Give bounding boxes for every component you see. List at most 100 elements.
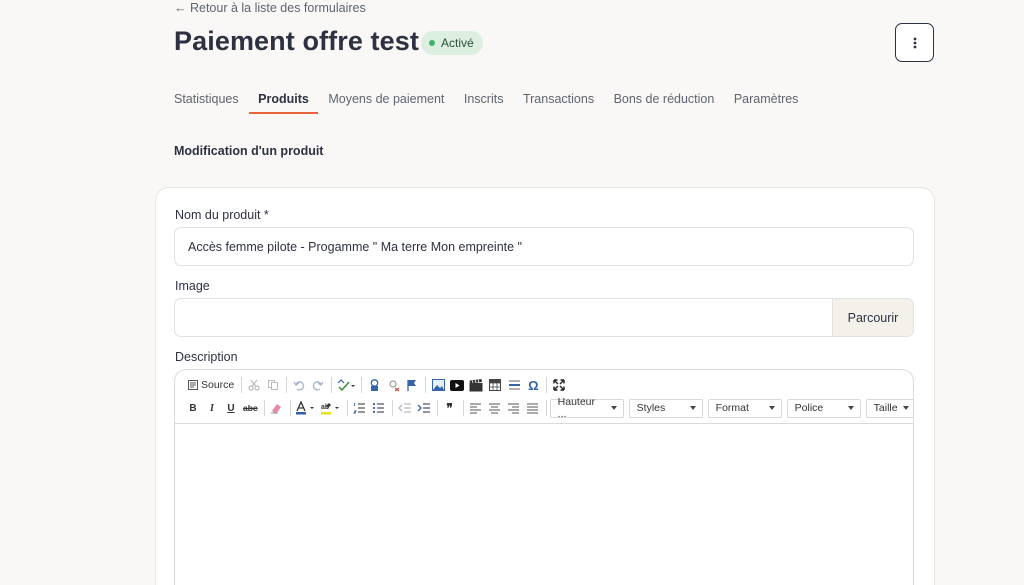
source-label: Source [201,379,235,391]
outdent-button[interactable] [396,399,414,417]
size-dropdown[interactable]: Taille [865,398,913,418]
source-button[interactable]: Source [184,376,237,394]
heading-dropdown[interactable]: Hauteur ... [549,396,624,420]
styles-dropdown-label: Styles [636,402,666,414]
format-dropdown[interactable]: Format [707,398,782,418]
styles-dropdown[interactable]: Styles [628,398,703,418]
youtube-icon [450,379,465,391]
heading-dropdown-label: Hauteur ... [557,396,596,420]
more-options-button[interactable] [895,23,934,62]
numbered-list-icon [353,403,366,414]
bulleted-list-button[interactable] [370,399,388,417]
underline-icon[interactable]: U [222,399,240,417]
align-left-icon [470,403,482,414]
eraser-icon [271,404,282,414]
tab-transactions[interactable]: Transactions [523,92,594,114]
redo-button[interactable] [309,376,327,394]
maximize-button[interactable] [550,376,568,394]
text-color-icon [295,401,314,415]
youtube-button[interactable] [448,376,466,394]
italic-icon[interactable]: I [203,399,221,417]
undo-button[interactable] [290,376,308,394]
product-name-input[interactable] [174,227,914,266]
background-color-button[interactable]: ab [319,399,343,417]
editor-toolbar: Source Ω B I U abc ab ❞ Hauteur ... Styl… [175,370,913,424]
dropdown-arrow-icon [902,406,909,410]
section-heading: Modification d'un produit [174,144,324,158]
image-icon [431,379,445,391]
editor-toolbar-row-2: B I U abc ab ❞ Hauteur ... Styles Format… [184,396,913,420]
highlight-color-icon: ab [320,403,339,415]
unlink-icon [389,379,400,392]
editor-content-area[interactable] [175,424,913,585]
copy-icon [268,380,279,390]
align-right-button[interactable] [505,399,523,417]
browse-button[interactable]: Parcourir [832,298,914,337]
align-justify-icon [527,403,539,414]
page-title: Paiement offre test [174,26,419,56]
tab-produits[interactable]: Produits [249,92,318,114]
cut-button[interactable] [245,376,263,394]
tab-inscrits[interactable]: Inscrits [464,92,504,114]
align-justify-button[interactable] [524,399,542,417]
rich-text-editor: Source Ω B I U abc ab ❞ Hauteur ... Styl… [174,369,914,585]
product-name-label: Nom du produit * [175,208,269,222]
indent-icon [417,403,430,413]
tab-statistiques[interactable]: Statistiques [174,92,239,114]
tab-bons-de-reduction[interactable]: Bons de réduction [614,92,715,114]
special-char-icon[interactable]: Ω [524,376,542,394]
anchor-button[interactable] [403,376,421,394]
bulleted-list-icon [373,402,385,414]
tab-bar: Statistiques Produits Moyens de paiement… [174,92,818,114]
bold-icon[interactable]: B [184,399,202,417]
spellcheck-button[interactable] [335,376,357,394]
table-icon [489,379,502,391]
image-file-input[interactable] [174,298,832,337]
numbered-list-button[interactable] [351,399,369,417]
image-button[interactable] [429,376,447,394]
video-button[interactable] [467,376,485,394]
link-button[interactable] [365,376,383,394]
editor-toolbar-row-1: Source Ω [184,375,569,395]
back-link[interactable]: ← Retour à la liste des formulaires [174,1,366,15]
dropdown-arrow-icon [768,406,775,410]
status-badge: Activé [421,31,483,55]
toolbar-separator [346,400,348,416]
tab-moyens-de-paiement[interactable]: Moyens de paiement [328,92,444,114]
description-label: Description [175,350,238,364]
toolbar-separator [436,400,438,416]
link-icon [370,378,379,391]
image-label: Image [175,279,210,293]
table-button[interactable] [486,376,504,394]
blockquote-icon[interactable]: ❞ [441,399,459,417]
toolbar-separator [289,400,291,416]
toolbar-separator [546,377,548,393]
toolbar-separator [361,377,363,393]
source-icon [188,380,198,390]
horizontal-rule-button[interactable] [505,376,523,394]
toolbar-separator [286,377,288,393]
indent-button[interactable] [415,399,433,417]
clapperboard-icon [469,378,483,391]
align-center-button[interactable] [486,399,504,417]
status-label: Activé [441,36,474,50]
horizontal-rule-icon [508,380,520,390]
tab-parametres[interactable]: Paramètres [734,92,799,114]
dropdown-arrow-icon [610,406,617,410]
text-color-button[interactable] [294,399,318,417]
strikethrough-icon[interactable]: abc [241,399,260,417]
anchor-flag-icon [407,379,417,391]
font-dropdown[interactable]: Police [786,398,861,418]
toolbar-separator [331,377,333,393]
redo-icon [313,381,324,391]
toolbar-separator [462,400,464,416]
spellcheck-icon [337,379,356,391]
toolbar-separator [263,400,265,416]
align-right-icon [508,403,520,414]
unlink-button[interactable] [384,376,402,394]
align-center-icon [489,403,501,414]
remove-format-button[interactable] [268,399,286,417]
undo-icon [293,381,305,391]
align-left-button[interactable] [467,399,485,417]
copy-button[interactable] [264,376,282,394]
